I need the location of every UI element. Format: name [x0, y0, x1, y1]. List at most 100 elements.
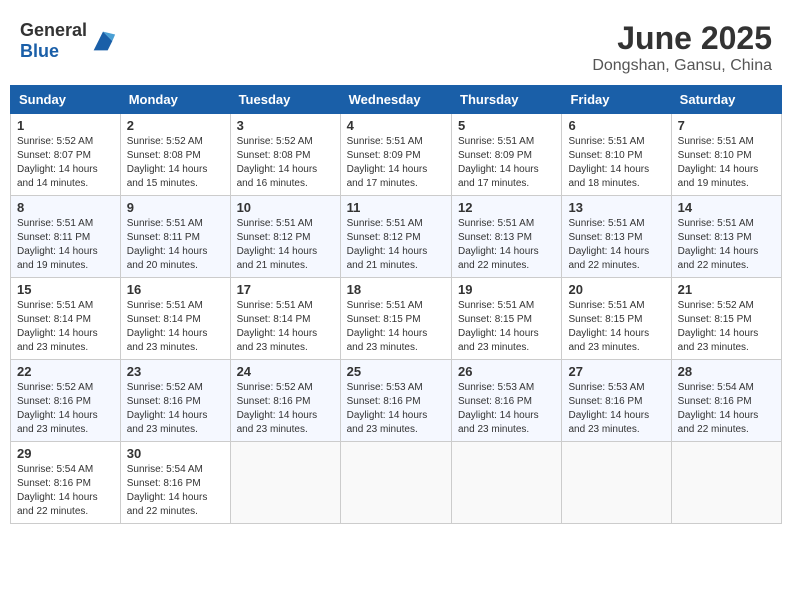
- day-number: 19: [458, 282, 555, 297]
- day-number: 24: [237, 364, 334, 379]
- day-number: 12: [458, 200, 555, 215]
- day-info: Sunrise: 5:52 AM Sunset: 8:15 PM Dayligh…: [678, 299, 775, 355]
- day-number: 3: [237, 118, 334, 133]
- header: General Blue June 2025 Dongshan, Gansu, …: [10, 10, 782, 80]
- day-info: Sunrise: 5:54 AM Sunset: 8:16 PM Dayligh…: [17, 463, 114, 519]
- day-info: Sunrise: 5:51 AM Sunset: 8:14 PM Dayligh…: [17, 299, 114, 355]
- day-info: Sunrise: 5:51 AM Sunset: 8:14 PM Dayligh…: [237, 299, 334, 355]
- month-title: June 2025: [592, 20, 772, 57]
- calendar-week-3: 15 Sunrise: 5:51 AM Sunset: 8:14 PM Dayl…: [11, 278, 782, 360]
- day-info: Sunrise: 5:51 AM Sunset: 8:13 PM Dayligh…: [458, 217, 555, 273]
- day-info: Sunrise: 5:51 AM Sunset: 8:13 PM Dayligh…: [678, 217, 775, 273]
- calendar-cell: 14 Sunrise: 5:51 AM Sunset: 8:13 PM Dayl…: [671, 196, 781, 278]
- calendar-cell: [452, 442, 562, 524]
- day-number: 2: [127, 118, 224, 133]
- header-row: Sunday Monday Tuesday Wednesday Thursday…: [11, 86, 782, 114]
- col-friday: Friday: [562, 86, 671, 114]
- calendar-cell: 24 Sunrise: 5:52 AM Sunset: 8:16 PM Dayl…: [230, 360, 340, 442]
- calendar-cell: 12 Sunrise: 5:51 AM Sunset: 8:13 PM Dayl…: [452, 196, 562, 278]
- calendar-cell: [562, 442, 671, 524]
- calendar-cell: 21 Sunrise: 5:52 AM Sunset: 8:15 PM Dayl…: [671, 278, 781, 360]
- calendar-cell: 15 Sunrise: 5:51 AM Sunset: 8:14 PM Dayl…: [11, 278, 121, 360]
- calendar-cell: [340, 442, 451, 524]
- title-area: June 2025 Dongshan, Gansu, China: [592, 20, 772, 75]
- calendar-cell: [230, 442, 340, 524]
- day-number: 21: [678, 282, 775, 297]
- day-info: Sunrise: 5:51 AM Sunset: 8:15 PM Dayligh…: [568, 299, 664, 355]
- day-number: 5: [458, 118, 555, 133]
- calendar-cell: [671, 442, 781, 524]
- day-number: 8: [17, 200, 114, 215]
- day-info: Sunrise: 5:52 AM Sunset: 8:07 PM Dayligh…: [17, 135, 114, 191]
- day-number: 14: [678, 200, 775, 215]
- calendar-cell: 17 Sunrise: 5:51 AM Sunset: 8:14 PM Dayl…: [230, 278, 340, 360]
- day-number: 4: [347, 118, 445, 133]
- calendar-cell: 13 Sunrise: 5:51 AM Sunset: 8:13 PM Dayl…: [562, 196, 671, 278]
- calendar-week-2: 8 Sunrise: 5:51 AM Sunset: 8:11 PM Dayli…: [11, 196, 782, 278]
- day-number: 28: [678, 364, 775, 379]
- calendar-cell: 19 Sunrise: 5:51 AM Sunset: 8:15 PM Dayl…: [452, 278, 562, 360]
- day-number: 27: [568, 364, 664, 379]
- calendar-cell: 3 Sunrise: 5:52 AM Sunset: 8:08 PM Dayli…: [230, 114, 340, 196]
- day-number: 16: [127, 282, 224, 297]
- day-info: Sunrise: 5:51 AM Sunset: 8:15 PM Dayligh…: [458, 299, 555, 355]
- day-info: Sunrise: 5:51 AM Sunset: 8:12 PM Dayligh…: [237, 217, 334, 273]
- logo-blue: Blue: [20, 41, 59, 61]
- day-number: 15: [17, 282, 114, 297]
- day-info: Sunrise: 5:51 AM Sunset: 8:09 PM Dayligh…: [458, 135, 555, 191]
- calendar-cell: 20 Sunrise: 5:51 AM Sunset: 8:15 PM Dayl…: [562, 278, 671, 360]
- day-number: 6: [568, 118, 664, 133]
- day-info: Sunrise: 5:51 AM Sunset: 8:12 PM Dayligh…: [347, 217, 445, 273]
- calendar-cell: 7 Sunrise: 5:51 AM Sunset: 8:10 PM Dayli…: [671, 114, 781, 196]
- day-info: Sunrise: 5:51 AM Sunset: 8:10 PM Dayligh…: [568, 135, 664, 191]
- calendar-cell: 30 Sunrise: 5:54 AM Sunset: 8:16 PM Dayl…: [120, 442, 230, 524]
- day-number: 11: [347, 200, 445, 215]
- col-tuesday: Tuesday: [230, 86, 340, 114]
- day-info: Sunrise: 5:51 AM Sunset: 8:13 PM Dayligh…: [568, 217, 664, 273]
- calendar-cell: 10 Sunrise: 5:51 AM Sunset: 8:12 PM Dayl…: [230, 196, 340, 278]
- col-monday: Monday: [120, 86, 230, 114]
- day-info: Sunrise: 5:51 AM Sunset: 8:11 PM Dayligh…: [17, 217, 114, 273]
- calendar-cell: 22 Sunrise: 5:52 AM Sunset: 8:16 PM Dayl…: [11, 360, 121, 442]
- calendar-table: Sunday Monday Tuesday Wednesday Thursday…: [10, 85, 782, 524]
- day-number: 22: [17, 364, 114, 379]
- day-number: 13: [568, 200, 664, 215]
- calendar-cell: 6 Sunrise: 5:51 AM Sunset: 8:10 PM Dayli…: [562, 114, 671, 196]
- col-wednesday: Wednesday: [340, 86, 451, 114]
- day-number: 30: [127, 446, 224, 461]
- calendar-cell: 2 Sunrise: 5:52 AM Sunset: 8:08 PM Dayli…: [120, 114, 230, 196]
- day-number: 1: [17, 118, 114, 133]
- day-info: Sunrise: 5:53 AM Sunset: 8:16 PM Dayligh…: [458, 381, 555, 437]
- day-info: Sunrise: 5:51 AM Sunset: 8:14 PM Dayligh…: [127, 299, 224, 355]
- day-number: 17: [237, 282, 334, 297]
- calendar-cell: 23 Sunrise: 5:52 AM Sunset: 8:16 PM Dayl…: [120, 360, 230, 442]
- calendar-cell: 16 Sunrise: 5:51 AM Sunset: 8:14 PM Dayl…: [120, 278, 230, 360]
- logo: General Blue: [20, 20, 117, 62]
- day-info: Sunrise: 5:54 AM Sunset: 8:16 PM Dayligh…: [127, 463, 224, 519]
- day-info: Sunrise: 5:52 AM Sunset: 8:16 PM Dayligh…: [237, 381, 334, 437]
- day-info: Sunrise: 5:51 AM Sunset: 8:10 PM Dayligh…: [678, 135, 775, 191]
- day-info: Sunrise: 5:52 AM Sunset: 8:08 PM Dayligh…: [237, 135, 334, 191]
- day-number: 20: [568, 282, 664, 297]
- day-info: Sunrise: 5:52 AM Sunset: 8:16 PM Dayligh…: [17, 381, 114, 437]
- calendar-cell: 29 Sunrise: 5:54 AM Sunset: 8:16 PM Dayl…: [11, 442, 121, 524]
- calendar-cell: 18 Sunrise: 5:51 AM Sunset: 8:15 PM Dayl…: [340, 278, 451, 360]
- day-info: Sunrise: 5:53 AM Sunset: 8:16 PM Dayligh…: [568, 381, 664, 437]
- day-info: Sunrise: 5:51 AM Sunset: 8:11 PM Dayligh…: [127, 217, 224, 273]
- calendar-week-5: 29 Sunrise: 5:54 AM Sunset: 8:16 PM Dayl…: [11, 442, 782, 524]
- calendar-cell: 27 Sunrise: 5:53 AM Sunset: 8:16 PM Dayl…: [562, 360, 671, 442]
- day-info: Sunrise: 5:51 AM Sunset: 8:15 PM Dayligh…: [347, 299, 445, 355]
- day-info: Sunrise: 5:52 AM Sunset: 8:08 PM Dayligh…: [127, 135, 224, 191]
- day-info: Sunrise: 5:52 AM Sunset: 8:16 PM Dayligh…: [127, 381, 224, 437]
- calendar-cell: 26 Sunrise: 5:53 AM Sunset: 8:16 PM Dayl…: [452, 360, 562, 442]
- day-number: 25: [347, 364, 445, 379]
- day-number: 7: [678, 118, 775, 133]
- location-title: Dongshan, Gansu, China: [592, 57, 772, 75]
- calendar-cell: 28 Sunrise: 5:54 AM Sunset: 8:16 PM Dayl…: [671, 360, 781, 442]
- logo-general: General: [20, 20, 87, 40]
- col-thursday: Thursday: [452, 86, 562, 114]
- day-number: 9: [127, 200, 224, 215]
- calendar-cell: 11 Sunrise: 5:51 AM Sunset: 8:12 PM Dayl…: [340, 196, 451, 278]
- calendar-cell: 1 Sunrise: 5:52 AM Sunset: 8:07 PM Dayli…: [11, 114, 121, 196]
- calendar-cell: 8 Sunrise: 5:51 AM Sunset: 8:11 PM Dayli…: [11, 196, 121, 278]
